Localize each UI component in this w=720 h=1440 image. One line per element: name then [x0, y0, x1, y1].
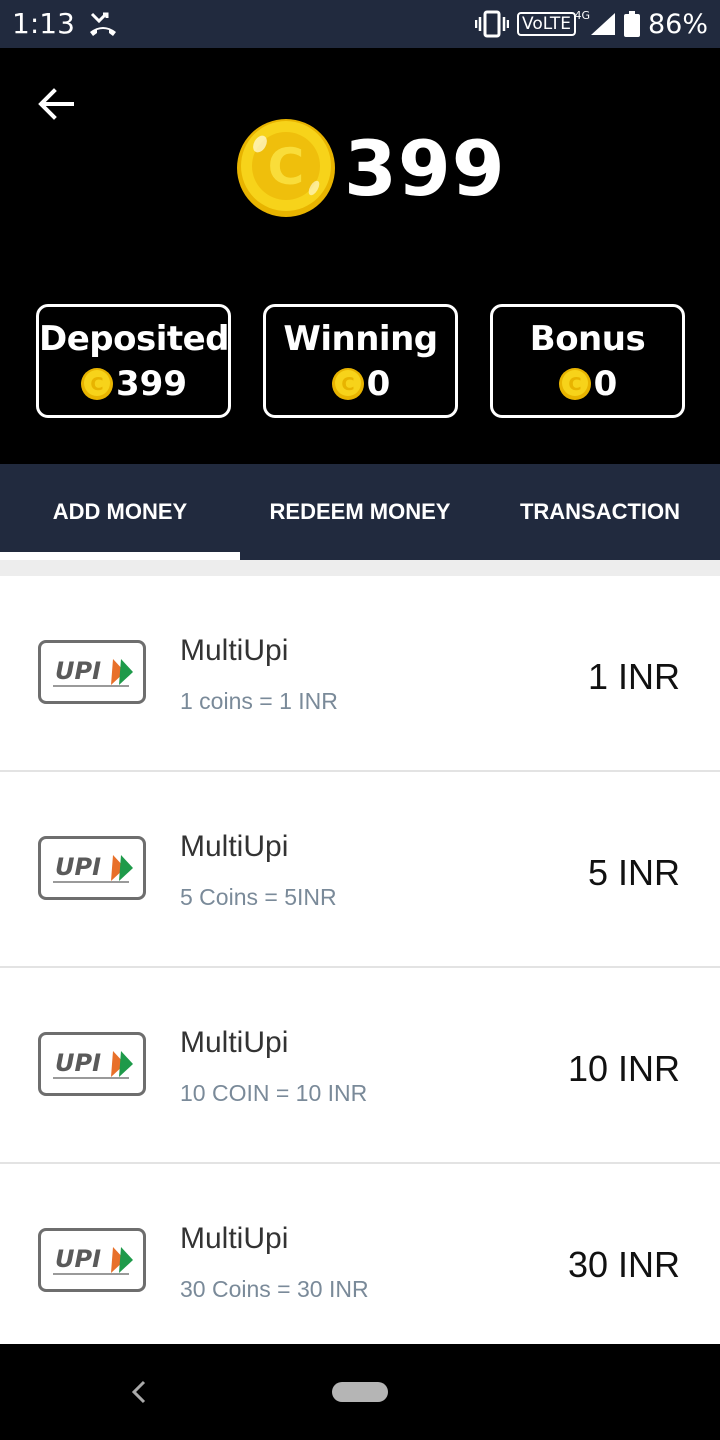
coin-icon: C — [558, 368, 591, 400]
wallet-cards: Deposited C 399 Winning C 0 Bonus C 0 — [36, 304, 685, 418]
winning-card: Winning C 0 — [263, 304, 458, 418]
card-amount: C 0 — [493, 363, 682, 405]
svg-text:C: C — [90, 374, 103, 395]
package-amount: 30 INR — [567, 1244, 680, 1285]
volte-badge: VoLTE 4G — [517, 9, 590, 36]
card-value: 0 — [366, 364, 391, 404]
card-amount: C 0 — [266, 363, 455, 405]
coin-icon: C — [237, 119, 335, 217]
upi-logo-icon: UPI — [38, 1228, 146, 1292]
card-title: Winning — [283, 319, 438, 359]
balance-value: 399 — [344, 123, 506, 213]
card-amount: C 399 — [39, 363, 228, 405]
package-amount: 1 INR — [587, 656, 680, 697]
coin-icon: C — [81, 368, 113, 400]
list-item[interactable]: UPI MultiUpi 1 coins = 1 INR 1 INR — [0, 576, 720, 772]
vibrate-icon — [475, 10, 510, 38]
missed-call-icon — [90, 12, 116, 36]
list-item[interactable]: UPI MultiUpi 10 COIN = 10 INR 10 INR — [0, 968, 720, 1164]
status-bar: 1:13 VoLTE 4G 86% — [0, 0, 720, 48]
package-title: MultiUpi — [180, 1222, 289, 1255]
upi-logo-text: UPI — [55, 1049, 101, 1077]
package-rate: 1 coins = 1 INR — [180, 688, 338, 714]
card-title: Bonus — [529, 319, 646, 359]
card-title: Deposited — [39, 319, 230, 359]
tab-add-money[interactable]: ADD MONEY — [0, 464, 240, 560]
total-balance: C 399 — [236, 118, 506, 218]
upi-logo-text: UPI — [55, 1245, 101, 1273]
tab-redeem-money[interactable]: REDEEM MONEY — [240, 464, 480, 560]
package-rate: 30 Coins = 30 INR — [180, 1276, 369, 1302]
coin-icon: C — [331, 368, 364, 400]
signal-icon — [590, 13, 615, 35]
status-icons: VoLTE 4G 86% — [475, 7, 708, 41]
package-title: MultiUpi — [180, 634, 289, 667]
package-rate: 5 Coins = 5INR — [180, 884, 337, 910]
package-list: UPI MultiUpi 1 coins = 1 INR 1 INR UPI M… — [0, 560, 720, 1344]
svg-text:C: C — [568, 374, 581, 395]
package-title: MultiUpi — [180, 1026, 289, 1059]
tab-transaction[interactable]: TRANSACTION — [480, 464, 720, 560]
card-value: 399 — [116, 364, 187, 404]
svg-text:C: C — [341, 374, 354, 395]
system-nav-bar — [0, 1344, 720, 1440]
nav-back-icon[interactable] — [126, 1374, 152, 1410]
package-title: MultiUpi — [180, 830, 289, 863]
nav-home-button[interactable] — [332, 1382, 388, 1402]
volte-label: VoLTE — [522, 14, 571, 34]
upi-logo-icon: UPI — [38, 836, 146, 900]
list-item[interactable]: UPI MultiUpi 5 Coins = 5INR 5 INR — [0, 772, 720, 968]
upi-logo-text: UPI — [55, 853, 101, 881]
list-item[interactable]: UPI MultiUpi 30 Coins = 30 INR 30 INR — [0, 1164, 720, 1344]
bonus-card: Bonus C 0 — [490, 304, 685, 418]
card-value: 0 — [593, 364, 618, 404]
svg-text:C: C — [268, 138, 305, 196]
status-time: 1:13 — [12, 7, 75, 40]
package-amount: 10 INR — [567, 1048, 680, 1089]
upi-logo-text: UPI — [55, 657, 101, 685]
package-rate: 10 COIN = 10 INR — [180, 1080, 368, 1106]
upi-logo-icon: UPI — [38, 640, 146, 704]
back-arrow-icon[interactable] — [36, 84, 76, 124]
upi-logo-icon: UPI — [38, 1032, 146, 1096]
wallet-header: C 399 Deposited C 399 Winning C 0 Bonus … — [0, 48, 720, 464]
wallet-tabs: ADD MONEY REDEEM MONEY TRANSACTION — [0, 464, 720, 560]
package-amount: 5 INR — [587, 852, 680, 893]
battery-icon — [623, 11, 640, 37]
deposited-card: Deposited C 399 — [36, 304, 231, 418]
network-type-label: 4G — [574, 9, 590, 22]
battery-percentage: 86% — [647, 8, 708, 40]
